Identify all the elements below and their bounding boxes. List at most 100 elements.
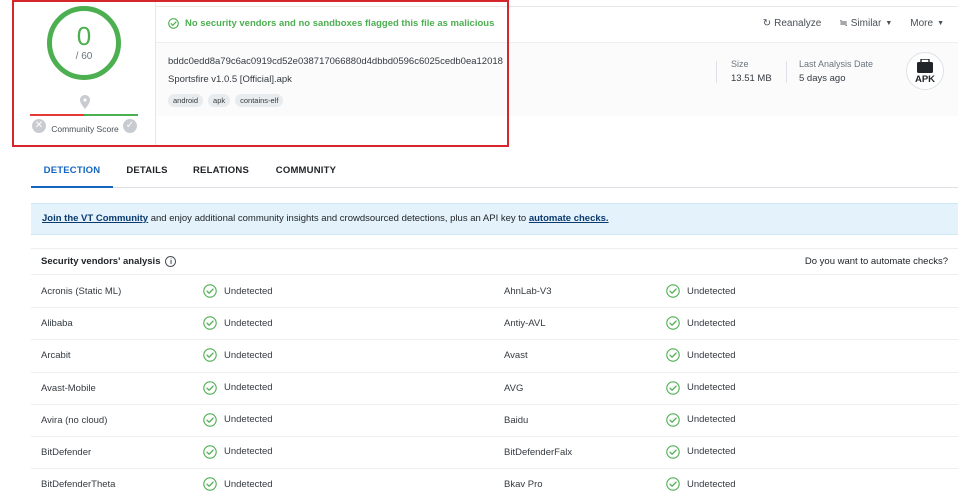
detection-score-panel: 0 / 60 ✕ Community Score ✓	[12, 0, 156, 146]
more-dropdown[interactable]: More ▼	[910, 18, 944, 29]
check-circle-icon	[203, 348, 217, 363]
similar-label: Similar	[850, 18, 882, 29]
check-circle-icon	[203, 284, 217, 298]
chevron-down-icon: ▼	[885, 20, 893, 27]
result-text: Undetected	[224, 382, 273, 394]
vendor-name: BitDefenderTheta	[41, 479, 116, 491]
file-name: Sportsfire v1.0.5 [Official].apk	[168, 74, 292, 85]
divider	[716, 61, 717, 83]
divider	[786, 61, 787, 83]
tab-relations[interactable]: RELATIONS	[181, 154, 261, 188]
refresh-icon: ↻	[762, 18, 772, 29]
result-text: Undetected	[224, 285, 273, 297]
check-circle-icon	[666, 348, 680, 363]
tag-android[interactable]: android	[168, 94, 204, 107]
vendor-name: Arcabit	[41, 350, 71, 362]
result-text: Undetected	[687, 349, 736, 361]
result-text: Undetected	[224, 478, 273, 490]
vendor-name: AVG	[504, 382, 524, 394]
table-row: Avira (no cloud) Undetected Baidu Undetecte…	[31, 405, 958, 437]
table-row: Acronis (Static ML) Undetected AhnLab-V3 Un…	[31, 276, 958, 309]
table-row: Avast-Mobile Undetected AVG Undetected	[31, 373, 958, 405]
similar-icon: ≒	[839, 18, 848, 29]
vendor-result: Undetected	[666, 316, 736, 330]
tab-details[interactable]: DETAILS	[113, 154, 181, 188]
vote-harmless-icon[interactable]: ✓	[123, 119, 137, 133]
vendors-table-body: Acronis (Static ML) Undetected AhnLab-V3 Un…	[31, 276, 958, 494]
result-text: Undetected	[224, 349, 273, 361]
check-circle-icon	[168, 18, 179, 29]
vendors-table-header: Security vendors' analysis i Do you want…	[31, 248, 958, 275]
apk-file-icon: APK	[906, 52, 944, 90]
last-analysis-label: Last Analysis Date	[799, 59, 874, 69]
vendor-name: Avast	[504, 350, 528, 362]
check-circle-icon	[666, 477, 680, 491]
vendor-result: Undetected	[666, 284, 736, 298]
automate-checks-link[interactable]: automate checks.	[529, 213, 609, 224]
summary-header-row: No security vendors and no sandboxes fla…	[156, 6, 958, 42]
tag-contains-elf[interactable]: contains-elf	[235, 94, 284, 107]
tab-community[interactable]: COMMUNITY	[261, 154, 351, 188]
check-circle-icon	[666, 413, 680, 427]
vendor-name: Baidu	[504, 414, 529, 426]
vendors-title-text: Security vendors' analysis	[41, 256, 161, 267]
vendor-result: Undetected	[203, 380, 273, 395]
result-text: Undetected	[687, 285, 736, 297]
result-text: Undetected	[687, 382, 736, 394]
similar-dropdown[interactable]: ≒ Similar ▼	[839, 18, 892, 29]
vendor-result: Undetected	[203, 445, 273, 459]
result-text: Undetected	[687, 446, 736, 458]
community-banner: Join the VT Community and enjoy addition…	[31, 203, 958, 235]
join-community-link[interactable]: Join the VT Community	[42, 213, 148, 224]
file-summary-card: 0 / 60 ✕ Community Score ✓ No security v…	[0, 0, 960, 150]
check-circle-icon	[666, 284, 680, 298]
community-score-bar	[30, 114, 138, 116]
file-hash[interactable]: bddc0edd8a79c6ac0919cd52e038717066880d4d…	[168, 56, 503, 67]
vendor-result: Undetected	[203, 316, 273, 330]
check-circle-icon	[203, 413, 217, 427]
vendor-name: BitDefenderFalx	[504, 446, 573, 458]
tab-detection[interactable]: DETECTION	[31, 154, 113, 188]
vendor-result: Undetected	[666, 445, 736, 459]
vendor-result: Undetected	[666, 413, 736, 427]
summary-actions: ↻ Reanalyze ≒ Similar ▼ More ▼	[745, 18, 944, 29]
vendor-result: Undetected	[666, 380, 736, 395]
vendor-name: Bkav Pro	[504, 479, 543, 491]
check-circle-icon	[666, 316, 680, 330]
result-text: Undetected	[687, 317, 736, 329]
tag-apk[interactable]: apk	[208, 94, 231, 107]
vendor-result: Undetected	[203, 477, 273, 491]
reanalyze-label: Reanalyze	[774, 18, 822, 29]
check-circle-icon	[666, 445, 680, 459]
check-circle-icon	[203, 445, 217, 459]
table-row: Alibaba Undetected Antiy-AVL Undetected	[31, 308, 958, 341]
vendor-name: Avast-Mobile	[41, 382, 96, 394]
last-analysis-value: 5 days ago	[799, 73, 846, 84]
banner-text: and enjoy additional community insights …	[148, 213, 529, 224]
file-tags: android apk contains-elf	[168, 94, 288, 107]
vendor-name: Antiy-AVL	[504, 318, 546, 330]
more-label: More	[910, 18, 934, 29]
briefcase-icon	[917, 59, 933, 73]
vendor-result: Undetected	[666, 477, 736, 491]
vendor-name: Acronis (Static ML)	[41, 286, 122, 297]
vote-harmful-icon[interactable]: ✕	[32, 119, 46, 133]
result-text: Undetected	[687, 414, 736, 426]
vendor-name: BitDefender	[41, 446, 92, 458]
verdict-banner: No security vendors and no sandboxes fla…	[168, 18, 494, 29]
report-tabs: DETECTION DETAILS RELATIONS COMMUNITY	[31, 154, 958, 188]
automate-checks-prompt[interactable]: Do you want to automate checks?	[805, 256, 948, 267]
detection-score-value: 0	[76, 21, 92, 51]
verdict-text: No security vendors and no sandboxes fla…	[185, 18, 495, 29]
community-score-label: Community Score	[51, 124, 119, 134]
result-text: Undetected	[224, 446, 273, 458]
table-row: BitDefender Undetected BitDefenderFalx Unde…	[31, 437, 958, 470]
chevron-down-icon: ▼	[937, 20, 944, 27]
info-icon[interactable]: i	[165, 256, 177, 267]
table-row: BitDefenderTheta Undetected Bkav Pro Undete…	[31, 469, 958, 494]
table-row: Arcabit Undetected Avast Undetected	[31, 340, 958, 373]
vendor-result: Undetected	[203, 284, 273, 298]
result-text: Undetected	[224, 317, 273, 329]
check-circle-icon	[666, 380, 680, 395]
reanalyze-button[interactable]: ↻ Reanalyze	[763, 18, 822, 29]
